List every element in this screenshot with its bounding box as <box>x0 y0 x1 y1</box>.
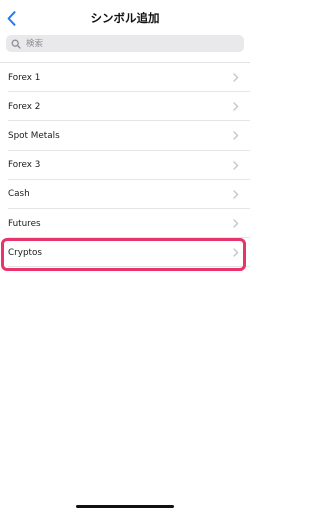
list-item-label: Cash <box>8 189 30 200</box>
list-item-label: Forex 2 <box>8 101 41 112</box>
chevron-right-icon <box>233 131 239 141</box>
search-bar[interactable] <box>6 35 244 52</box>
symbol-category-list: Forex 1 Forex 2 Spot Metals Forex 3 Cash <box>0 63 250 268</box>
chevron-right-icon <box>233 190 239 199</box>
list-item-cryptos[interactable]: Cryptos <box>0 238 250 268</box>
list-item-label: Forex 3 <box>8 160 41 171</box>
search-input[interactable] <box>26 36 244 51</box>
list-item-label: Cryptos <box>8 247 42 258</box>
list-item-spot-metals[interactable]: Spot Metals <box>0 121 250 151</box>
chevron-right-icon <box>233 248 239 257</box>
page-title: シンボル追加 <box>90 11 160 25</box>
search-icon <box>11 39 21 49</box>
add-symbol-screen: シンボル追加 Forex 1 Forex 2 Spot Metals <box>0 0 250 517</box>
chevron-right-icon <box>233 161 239 170</box>
list-item-label: Futures <box>8 218 41 229</box>
home-indicator <box>76 505 174 508</box>
list-item-label: Forex 1 <box>8 72 41 83</box>
list-item-futures[interactable]: Futures <box>0 209 250 239</box>
navigation-bar: シンボル追加 <box>0 0 250 34</box>
list-item-forex-1[interactable]: Forex 1 <box>0 63 250 93</box>
list-item-cash[interactable]: Cash <box>0 180 250 210</box>
chevron-right-icon <box>233 73 239 82</box>
list-item-label: Spot Metals <box>8 130 60 141</box>
list-item-forex-3[interactable]: Forex 3 <box>0 151 250 180</box>
chevron-right-icon <box>233 102 239 111</box>
list-item-forex-2[interactable]: Forex 2 <box>0 92 250 122</box>
chevron-right-icon <box>233 219 239 228</box>
